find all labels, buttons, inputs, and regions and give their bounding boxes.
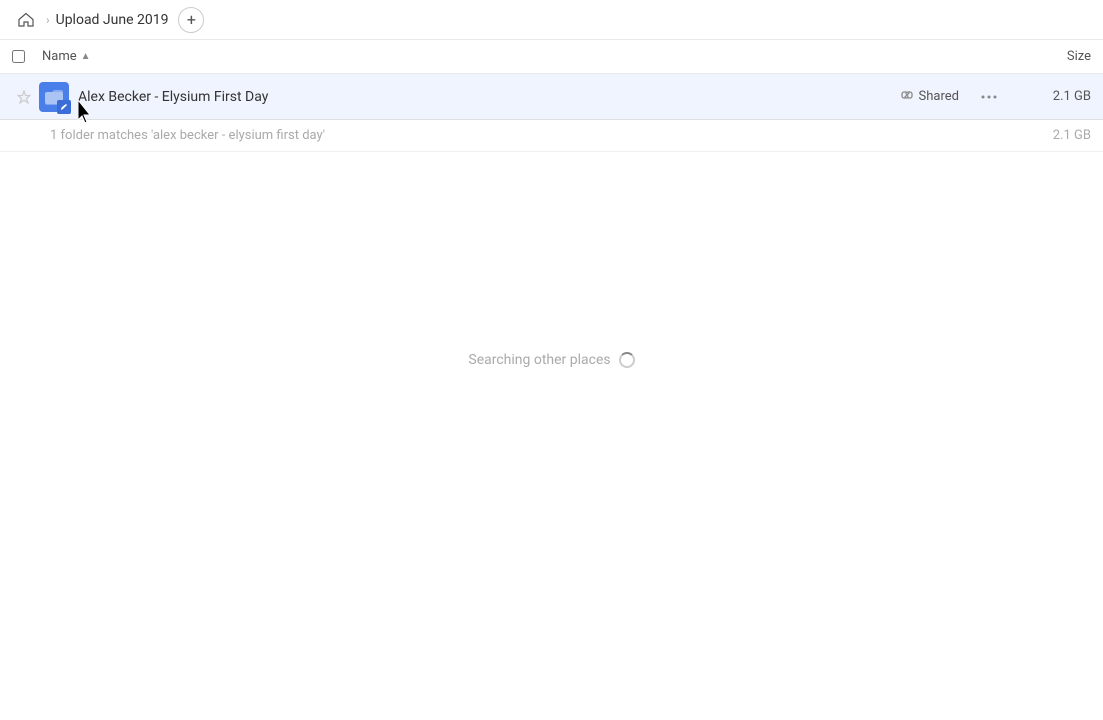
breadcrumb-bar: › Upload June 2019 + (0, 0, 1103, 40)
name-column-header[interactable]: Name ▲ (42, 49, 1011, 64)
link-icon (900, 88, 914, 106)
more-options-button[interactable] (975, 95, 1003, 99)
star-button[interactable] (12, 90, 36, 104)
select-all-checkbox[interactable] (12, 50, 25, 63)
searching-other-places: Searching other places (0, 352, 1103, 368)
shared-label: Shared (919, 89, 959, 104)
file-name[interactable]: Alex Becker - Elysium First Day (78, 89, 900, 105)
breadcrumb-title: Upload June 2019 (56, 12, 169, 28)
column-header: Name ▲ Size (0, 40, 1103, 74)
file-icon-col (36, 82, 72, 112)
pencil-icon (57, 100, 71, 114)
breadcrumb-chevron: › (46, 13, 50, 27)
search-info-size: 2.1 GB (1011, 128, 1091, 143)
home-button[interactable] (12, 6, 40, 34)
name-sort-arrow: ▲ (81, 51, 91, 62)
name-column-label: Name (42, 49, 77, 64)
file-size: 2.1 GB (1011, 89, 1091, 104)
shared-badge: Shared (900, 88, 959, 106)
size-column-header[interactable]: Size (1011, 49, 1091, 64)
searching-label: Searching other places (468, 352, 610, 368)
search-info-text: 1 folder matches 'alex becker - elysium … (50, 128, 1011, 143)
select-all-checkbox-col (12, 50, 42, 63)
search-info-row: 1 folder matches 'alex becker - elysium … (0, 120, 1103, 152)
add-button[interactable]: + (178, 7, 204, 33)
file-row[interactable]: Alex Becker - Elysium First Day Shared 2… (0, 74, 1103, 120)
folder-icon (39, 82, 69, 112)
loading-spinner (619, 352, 635, 368)
